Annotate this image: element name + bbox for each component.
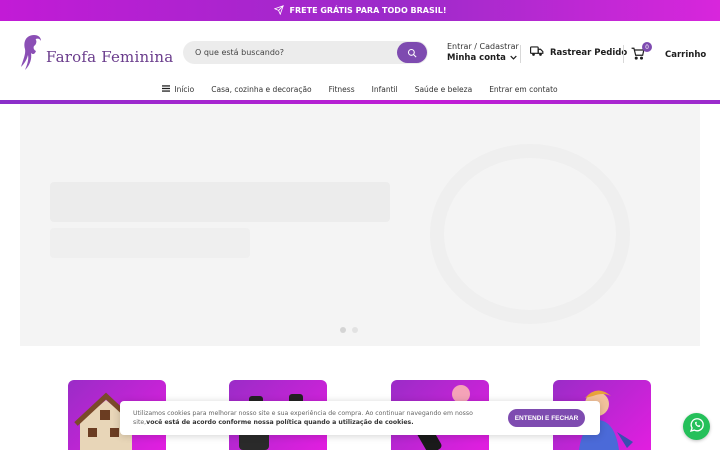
- cookie-text-bold: você está de acordo conforme nossa polít…: [146, 419, 414, 426]
- paper-plane-icon: [273, 4, 284, 17]
- track-order-label: Rastrear Pedido: [550, 47, 628, 58]
- whatsapp-button[interactable]: [683, 413, 710, 440]
- search-bar: [183, 41, 428, 64]
- cart-count-badge: 0: [642, 42, 652, 52]
- my-account-dropdown[interactable]: Minha conta: [447, 53, 519, 63]
- nav-label: Saúde e beleza: [414, 84, 473, 94]
- hero-banner[interactable]: [20, 104, 700, 346]
- cart-label: Carrinho: [665, 49, 707, 60]
- nav-item-infantil[interactable]: Infantil: [372, 85, 398, 94]
- logo[interactable]: Farofa Feminina: [18, 33, 173, 75]
- main-nav: Início Casa, cozinha e decoração Fitness…: [0, 78, 720, 100]
- accept-cookies-button[interactable]: ENTENDI E FECHAR: [508, 409, 585, 427]
- carousel-dot[interactable]: [340, 327, 346, 333]
- carousel-dot[interactable]: [352, 327, 358, 333]
- search-button[interactable]: [397, 42, 427, 63]
- banner-placeholder: [430, 144, 630, 324]
- cookie-banner: Utilizamos cookies para melhorar nosso s…: [120, 401, 600, 435]
- dumbbell-icon: [229, 394, 327, 450]
- nav-label: Início: [174, 84, 195, 94]
- nav-label: Fitness: [328, 84, 355, 94]
- search-icon: [407, 43, 417, 62]
- promo-bar: FRETE GRÁTIS PARA TODO BRASIL!: [0, 0, 720, 21]
- toy-icon: [391, 385, 489, 450]
- account-menu[interactable]: Entrar / Cadastrar Minha conta: [447, 42, 519, 63]
- my-account-label: Minha conta: [447, 53, 506, 63]
- whatsapp-icon: [689, 417, 705, 437]
- nav-label: Infantil: [371, 84, 398, 94]
- nav-item-casa[interactable]: Casa, cozinha e decoração: [211, 85, 311, 94]
- nav-label: Entrar em contato: [489, 84, 558, 94]
- nav-item-contato[interactable]: Entrar em contato: [489, 85, 557, 94]
- header: Farofa Feminina Entrar / Cadastrar Minha…: [0, 21, 720, 83]
- truck-icon: [530, 45, 544, 60]
- brand-name: Farofa Feminina: [46, 48, 174, 66]
- cart-link[interactable]: 0 Carrinho: [631, 42, 707, 64]
- divider: [520, 45, 521, 63]
- house-icon: [68, 392, 166, 450]
- person-icon: [553, 390, 651, 450]
- divider: [623, 45, 624, 63]
- banner-placeholder: [50, 182, 390, 222]
- nav-label: Casa, cozinha e decoração: [211, 84, 312, 94]
- carousel-dots: [340, 327, 358, 333]
- menu-icon: [162, 84, 171, 94]
- login-register-link[interactable]: Entrar / Cadastrar: [447, 42, 519, 51]
- track-order-link[interactable]: Rastrear Pedido: [530, 45, 627, 60]
- woman-silhouette-icon: [18, 33, 46, 75]
- banner-placeholder: [50, 228, 250, 258]
- nav-item-saude-beleza[interactable]: Saúde e beleza: [415, 85, 472, 94]
- nav-item-fitness[interactable]: Fitness: [329, 85, 355, 94]
- chevron-down-icon: [510, 53, 517, 63]
- cookie-text: Utilizamos cookies para melhorar nosso s…: [133, 409, 501, 427]
- nav-item-inicio[interactable]: Início: [162, 85, 194, 94]
- promo-text: FRETE GRÁTIS PARA TODO BRASIL!: [289, 6, 447, 15]
- search-input[interactable]: [195, 41, 395, 64]
